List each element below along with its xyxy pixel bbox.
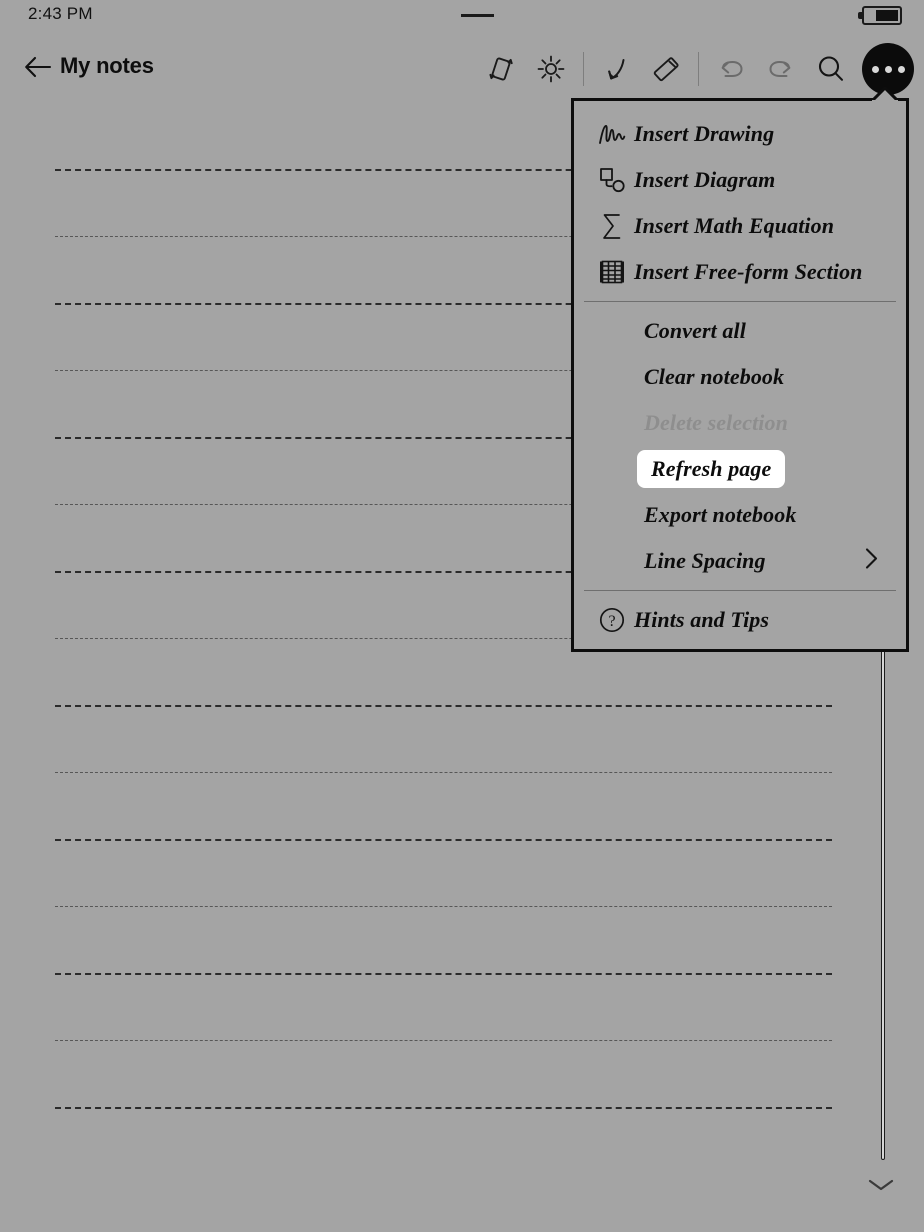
- battery-icon: [858, 6, 902, 25]
- status-clock: 2:43 PM: [28, 4, 93, 23]
- undo-button[interactable]: [706, 44, 756, 94]
- svg-text:?: ?: [608, 613, 615, 630]
- ellipsis-icon-dot-1: [871, 65, 879, 73]
- menu-item-clear-notebook[interactable]: Clear notebook: [574, 354, 906, 400]
- menu-item-label: Convert all: [644, 318, 746, 343]
- search-button[interactable]: [806, 44, 856, 94]
- ruled-line: [55, 1040, 832, 1041]
- menu-pointer-notch: [872, 87, 898, 101]
- ruled-line: [55, 839, 832, 841]
- redo-icon: [769, 61, 791, 77]
- back-arrow-icon[interactable]: [24, 54, 52, 80]
- ellipsis-icon-dot-3: [897, 65, 905, 73]
- menu-item-label: Refresh page: [651, 456, 772, 481]
- menu-item-label: Export notebook: [644, 502, 797, 527]
- page-title: My notes: [60, 53, 154, 78]
- menu-item-label: Insert Drawing: [634, 121, 775, 146]
- menu-item-label: Clear notebook: [644, 364, 785, 389]
- toolbar-divider-2: [698, 52, 699, 86]
- ellipsis-icon-dot-2: [884, 65, 892, 73]
- search-icon: [818, 56, 844, 81]
- toolbar-divider-1: [583, 52, 584, 86]
- menu-item-convert-all[interactable]: Convert all: [574, 308, 906, 354]
- battery-fill: [875, 10, 898, 21]
- menu-item-delete-selection: Delete selection: [574, 400, 906, 446]
- menu-item-export-notebook[interactable]: Export notebook: [574, 492, 906, 538]
- menu-divider-2: [584, 590, 896, 591]
- rotate-screen-button[interactable]: [476, 44, 526, 94]
- brightness-button[interactable]: [526, 44, 576, 94]
- diagram-shapes-icon: [590, 166, 634, 194]
- menu-item-hints-and-tips[interactable]: ? Hints and Tips: [574, 597, 906, 643]
- eraser-icon: [653, 57, 679, 82]
- chevron-right-icon: [864, 547, 880, 576]
- question-mark-circle-icon: ?: [590, 605, 634, 635]
- redo-button[interactable]: [756, 44, 806, 94]
- ruled-line: [55, 1107, 832, 1109]
- pen-button[interactable]: [591, 44, 641, 94]
- grid-table-icon: [590, 258, 634, 286]
- menu-item-insert-math-equation[interactable]: Insert Math Equation: [574, 203, 906, 249]
- menu-item-label: Insert Diagram: [634, 167, 776, 192]
- ruled-line: [55, 772, 832, 773]
- drag-handle: [461, 14, 494, 17]
- menu-item-refresh-page[interactable]: Refresh page: [574, 446, 906, 492]
- ruled-line: [55, 973, 832, 975]
- menu-item-line-spacing[interactable]: Line Spacing: [574, 538, 906, 584]
- rotate-screen-icon: [489, 57, 513, 81]
- sun-icon: [537, 55, 565, 83]
- sigma-icon: [590, 211, 634, 241]
- eraser-button[interactable]: [641, 44, 691, 94]
- more-options-menu: Insert Drawing Insert Diagram Insert Mat…: [571, 87, 909, 652]
- menu-divider-1: [584, 301, 896, 302]
- menu-item-label: Insert Free-form Section: [634, 259, 863, 284]
- pen-icon: [608, 59, 625, 80]
- menu-item-label: Hints and Tips: [634, 607, 770, 632]
- ruled-line: [55, 906, 832, 907]
- menu-item-label: Delete selection: [644, 410, 788, 435]
- menu-item-insert-free-form-section[interactable]: Insert Free-form Section: [574, 249, 906, 295]
- vertical-scrollbar[interactable]: [881, 640, 885, 1160]
- menu-item-label: Insert Math Equation: [634, 213, 835, 238]
- status-bar: 2:43 PM: [0, 0, 924, 30]
- undo-icon: [721, 61, 743, 77]
- ruled-line: [55, 705, 832, 707]
- menu-item-insert-diagram[interactable]: Insert Diagram: [574, 157, 906, 203]
- toolbar: [476, 42, 914, 96]
- menu-item-highlight: Refresh page: [637, 450, 786, 488]
- drawing-scribble-icon: [590, 121, 634, 147]
- menu-item-insert-drawing[interactable]: Insert Drawing: [574, 111, 906, 157]
- chevron-down-icon[interactable]: [868, 1178, 894, 1192]
- menu-item-label: Line Spacing: [644, 548, 766, 573]
- app-header: My notes: [0, 36, 924, 98]
